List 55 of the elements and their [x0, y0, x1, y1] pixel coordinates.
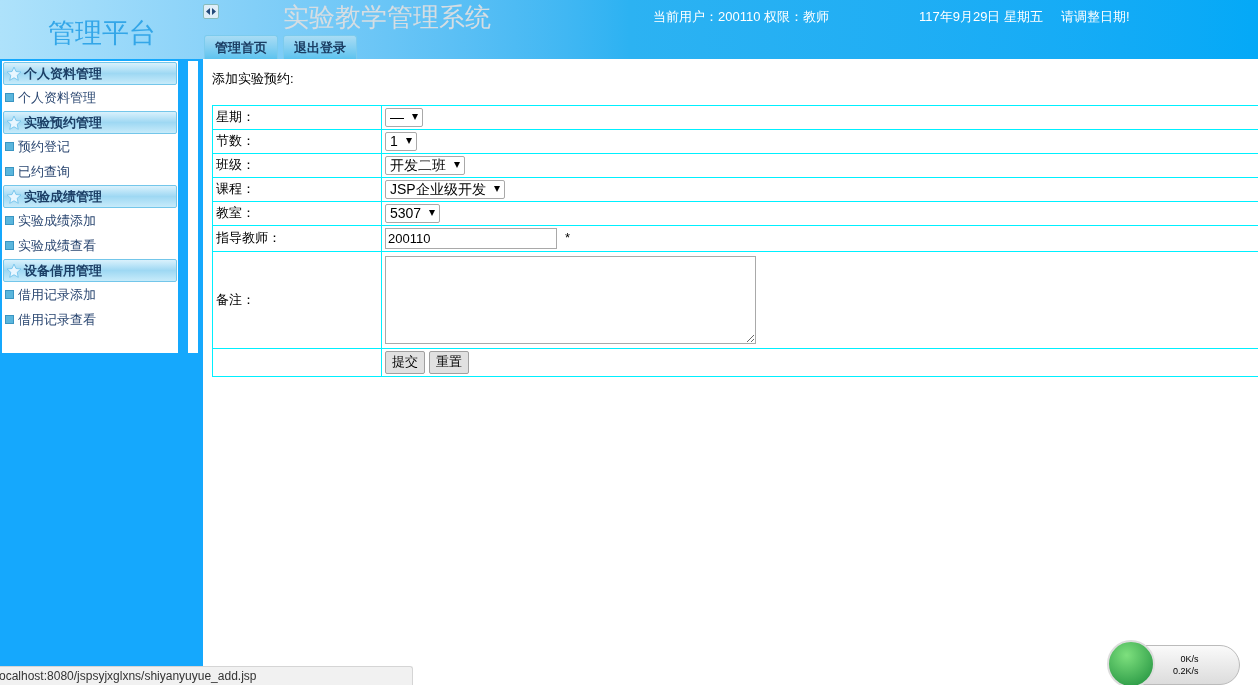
- field-label: 备注：: [216, 291, 255, 307]
- dropdown-arrow-icon: [412, 114, 418, 120]
- sidebar-item[interactable]: 借用记录添加: [18, 284, 96, 305]
- field-label: 指导教师：: [216, 230, 281, 246]
- star-icon: [6, 188, 22, 205]
- bullet-icon: [5, 142, 14, 151]
- dropdown-arrow-icon: [429, 210, 436, 216]
- required-mark: *: [565, 229, 571, 248]
- sidebar-item[interactable]: 借用记录查看: [18, 309, 96, 330]
- select-dropdown[interactable]: 1: [385, 131, 417, 151]
- star-icon: [6, 114, 22, 131]
- sidebar-item[interactable]: 预约登记: [18, 136, 70, 157]
- download-speed: 0.2K/s: [1173, 665, 1199, 677]
- current-date: 117年9月29日 星期五: [919, 8, 1044, 26]
- select-dropdown[interactable]: JSP企业级开发: [385, 179, 505, 199]
- bullet-icon: [5, 216, 14, 225]
- sidebar-item[interactable]: 个人资料管理: [18, 87, 96, 108]
- form-button[interactable]: 提交: [385, 350, 425, 374]
- field-label: 星期：: [216, 109, 255, 125]
- bullet-icon: [5, 167, 14, 176]
- form-button[interactable]: 重置: [429, 350, 469, 374]
- sidebar-group-header[interactable]: 实验预约管理: [3, 111, 177, 134]
- select-dropdown[interactable]: 5307: [385, 203, 441, 223]
- nav-tab[interactable]: 退出登录: [283, 35, 357, 59]
- dropdown-arrow-icon: [493, 186, 500, 192]
- sidebar-group-header[interactable]: 个人资料管理: [3, 62, 177, 85]
- bullet-icon: [5, 241, 14, 250]
- nav-tab[interactable]: 管理首页: [204, 35, 278, 59]
- star-icon: [6, 262, 22, 279]
- field-label: 节数：: [216, 133, 255, 149]
- field-label: 课程：: [216, 181, 255, 197]
- select-dropdown[interactable]: 开发二班: [385, 155, 465, 175]
- form-title: 添加实验预约:: [212, 70, 295, 88]
- star-icon: [6, 65, 22, 82]
- select-dropdown[interactable]: —: [385, 107, 423, 127]
- bullet-icon: [5, 290, 14, 299]
- bullet-icon: [5, 93, 14, 102]
- status-url: ocalhost:8080/jspsyjxglxns/shiyanyuyue_add.jsp: [0, 668, 257, 685]
- sidebar-item[interactable]: 已约查询: [18, 161, 70, 182]
- upload-speed: 0K/s: [1180, 653, 1199, 665]
- field-label: 教室：: [216, 205, 255, 221]
- dropdown-arrow-icon: [454, 162, 460, 168]
- dropdown-arrow-icon: [405, 138, 412, 144]
- field-label: 班级：: [216, 157, 255, 173]
- bullet-icon: [5, 315, 14, 324]
- sidebar-group-header[interactable]: 实验成绩管理: [3, 185, 177, 208]
- date-notice: 请调整日期!: [1061, 8, 1130, 26]
- sidebar-group-header[interactable]: 设备借用管理: [3, 259, 177, 282]
- system-title: 实验教学管理系统: [283, 4, 491, 30]
- platform-title: 管理平台: [47, 16, 156, 51]
- user-info: 当前用户：200110 权限：教师: [653, 8, 830, 26]
- toggle-sidebar-icon[interactable]: [203, 4, 219, 19]
- teacher-input[interactable]: 200110: [385, 227, 557, 249]
- sidebar-item[interactable]: 实验成绩添加: [18, 210, 96, 231]
- sidebar-item[interactable]: 实验成绩查看: [18, 235, 96, 256]
